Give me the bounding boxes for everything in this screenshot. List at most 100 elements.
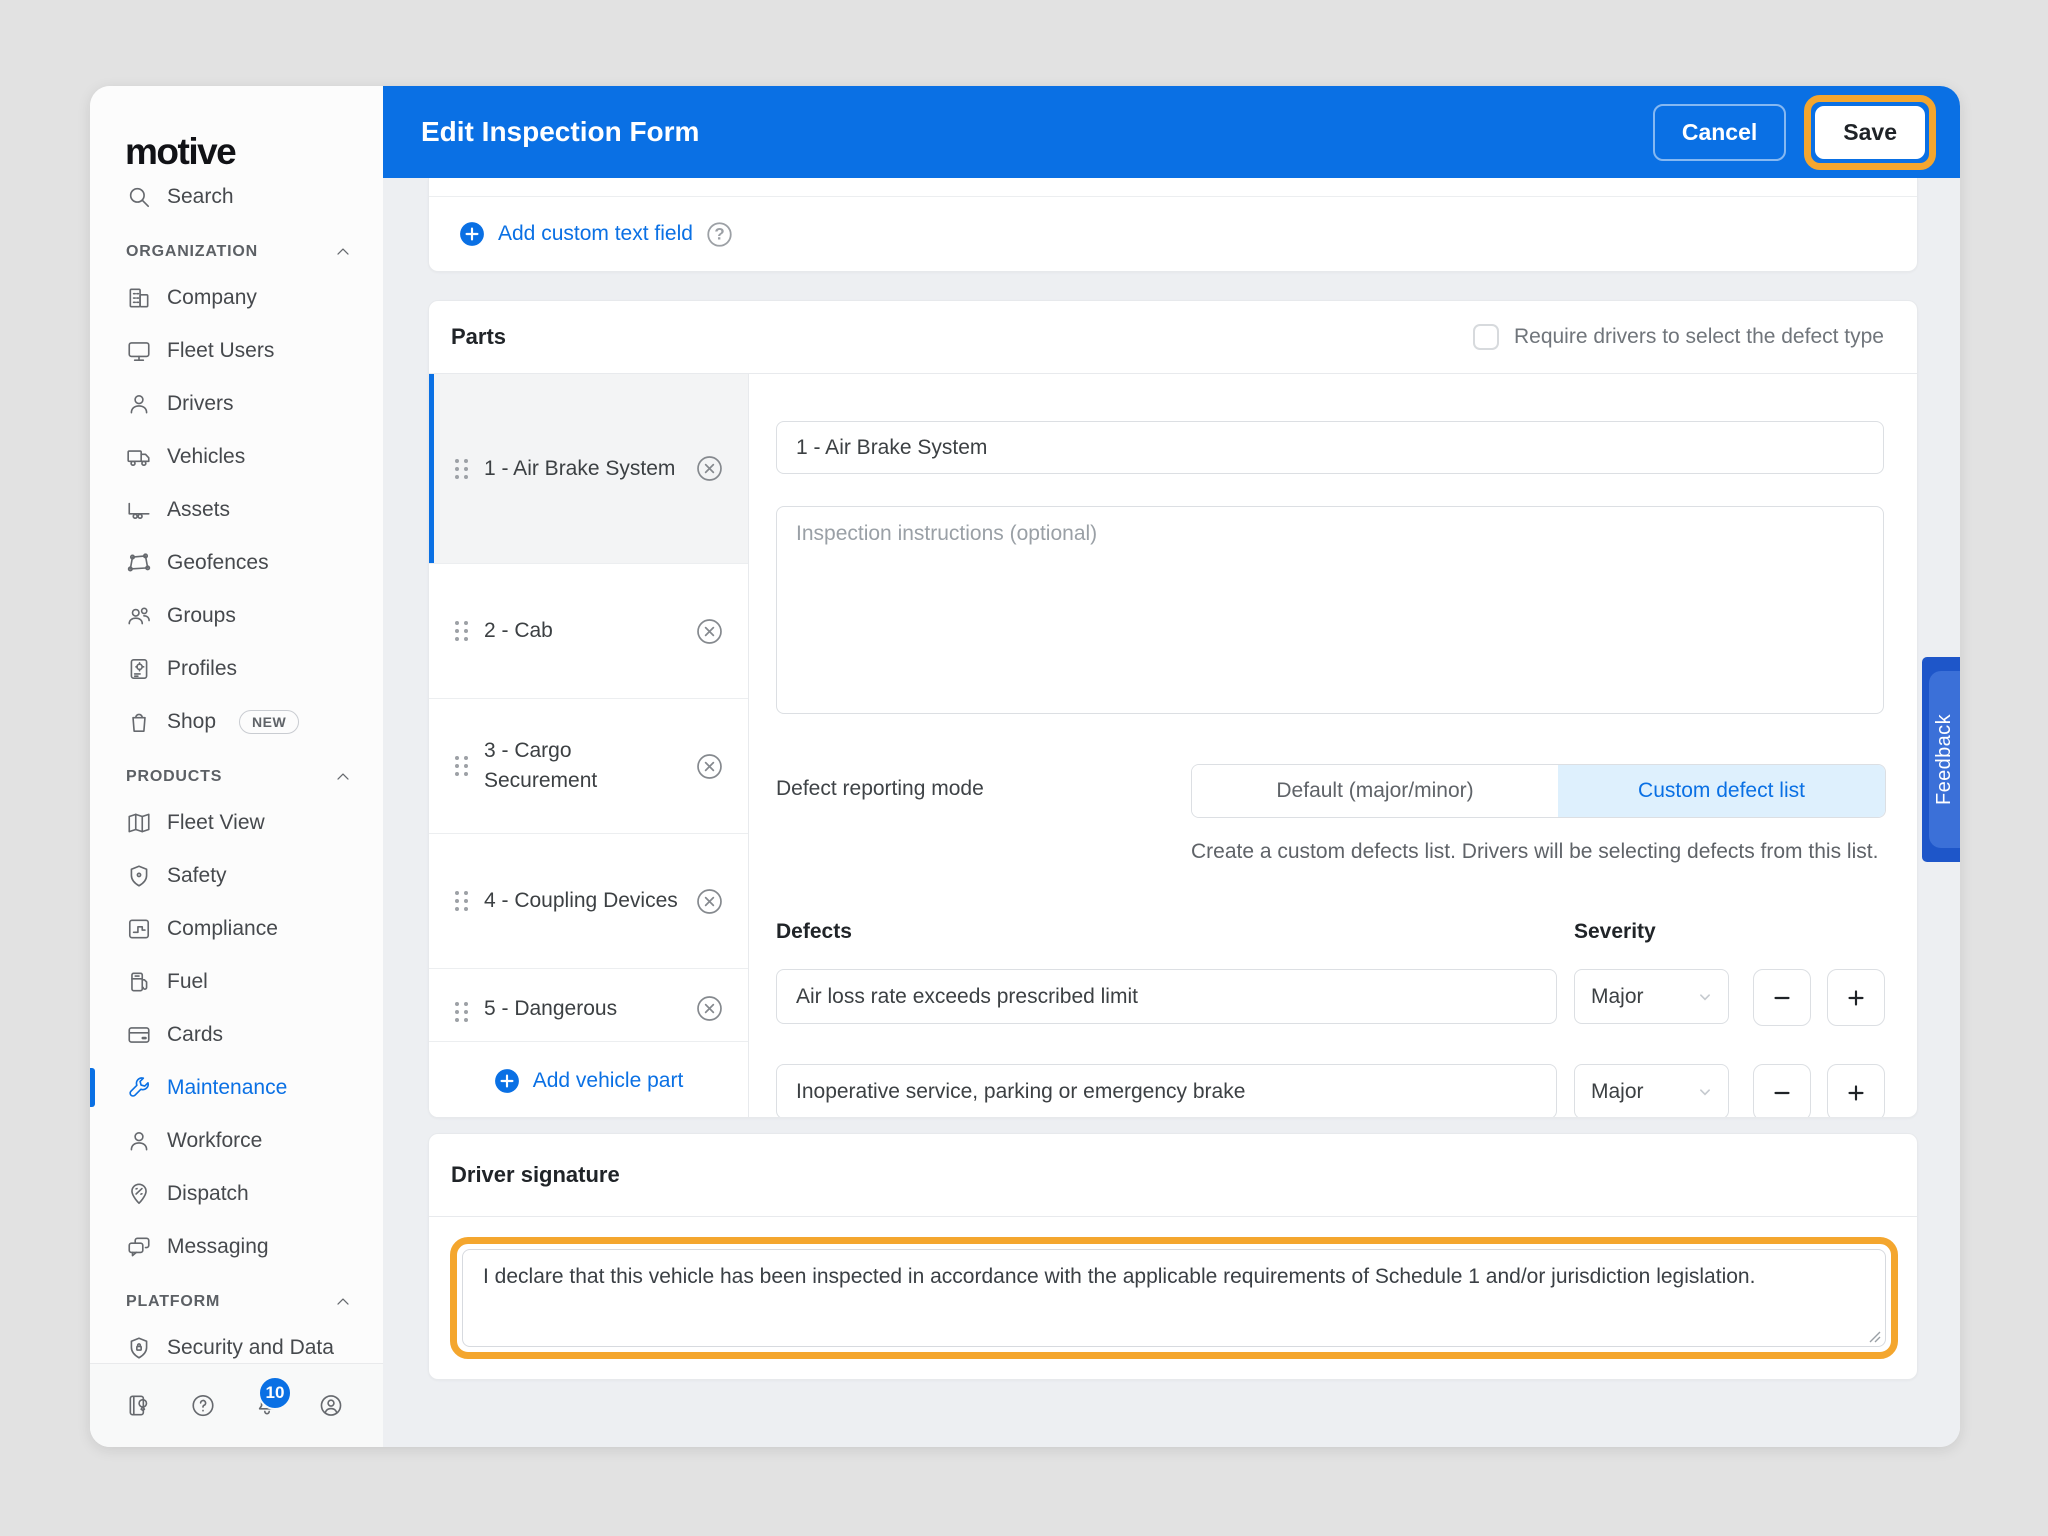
sidebar-item-assets[interactable]: Assets	[90, 483, 383, 536]
sidebar-item-geofences[interactable]: Geofences	[90, 536, 383, 589]
parts-card-header: Parts Require drivers to select the defe…	[429, 301, 1917, 374]
cancel-button[interactable]: Cancel	[1653, 104, 1786, 161]
motive-logo: motive	[125, 133, 235, 170]
drag-handle-icon[interactable]	[455, 1002, 468, 1022]
add-defect-button[interactable]	[1827, 969, 1885, 1026]
drag-handle-icon[interactable]	[455, 756, 468, 776]
defect-name-input[interactable]	[776, 969, 1557, 1024]
defect-name-input[interactable]	[776, 1064, 1557, 1118]
search-icon	[126, 184, 152, 210]
require-defect-type-label: Require drivers to select the defect typ…	[1514, 325, 1884, 349]
sidebar-item-workforce[interactable]: Workforce	[90, 1114, 383, 1167]
remove-part-icon[interactable]	[695, 887, 724, 916]
dispatch-pin-icon	[126, 1181, 152, 1207]
map-icon	[126, 810, 152, 836]
sidebar-item-safety[interactable]: Safety	[90, 849, 383, 902]
part-item-dangerous[interactable]: 5 - Dangerous	[429, 969, 748, 1039]
person-icon	[126, 391, 152, 417]
add-custom-text-field-link[interactable]: Add custom text field	[498, 222, 693, 246]
groups-icon	[126, 603, 152, 629]
chevron-up-icon	[333, 242, 353, 262]
driver-signature-header: Driver signature	[429, 1134, 1917, 1217]
sidebar-item-groups[interactable]: Groups	[90, 589, 383, 642]
mode-custom-defect-list-button[interactable]: Custom defect list	[1558, 765, 1885, 817]
drag-handle-icon[interactable]	[455, 891, 468, 911]
page-header: Edit Inspection Form Cancel Save	[383, 86, 1960, 178]
app-window: motive Search ORGANIZATION Company Fleet…	[90, 86, 1960, 1447]
sidebar-item-compliance[interactable]: Compliance	[90, 902, 383, 955]
sidebar-bottom-toolbar: 10	[90, 1363, 383, 1447]
severity-select[interactable]: Major	[1574, 969, 1729, 1024]
sidebar-item-search[interactable]: Search	[90, 170, 383, 223]
inspection-instructions-textarea[interactable]	[776, 506, 1884, 714]
sidebar-item-profiles[interactable]: Profiles	[90, 642, 383, 695]
clipped-row-divider	[429, 178, 1917, 197]
feedback-tab[interactable]: Feedback	[1922, 657, 1960, 862]
wrench-icon	[126, 1075, 152, 1101]
plus-circle-icon	[494, 1068, 520, 1094]
part-item-cargo-securement[interactable]: 3 - Cargo Securement	[429, 699, 748, 834]
remove-defect-button[interactable]	[1753, 1064, 1811, 1118]
chevron-up-icon	[333, 767, 353, 787]
sidebar-item-fleet-users[interactable]: Fleet Users	[90, 324, 383, 377]
sidebar-section-products[interactable]: PRODUCTS	[90, 748, 383, 796]
sidebar-item-drivers[interactable]: Drivers	[90, 377, 383, 430]
page-title: Edit Inspection Form	[421, 116, 699, 148]
severity-select[interactable]: Major	[1574, 1064, 1729, 1118]
remove-part-icon[interactable]	[695, 752, 724, 781]
part-item-air-brake-system[interactable]: 1 - Air Brake System	[429, 374, 748, 564]
sidebar-item-shop[interactable]: Shop NEW	[90, 695, 383, 748]
driver-signature-textarea[interactable]: I declare that this vehicle has been ins…	[462, 1249, 1886, 1347]
account-icon[interactable]	[318, 1392, 344, 1419]
drag-handle-icon[interactable]	[455, 621, 468, 641]
save-button[interactable]: Save	[1815, 106, 1925, 159]
remove-part-icon[interactable]	[695, 617, 724, 646]
sidebar-item-messaging[interactable]: Messaging	[90, 1220, 383, 1273]
part-item-coupling-devices[interactable]: 4 - Coupling Devices	[429, 834, 748, 969]
add-defect-button[interactable]	[1827, 1064, 1885, 1118]
save-highlight-ring: Save	[1804, 95, 1936, 170]
truck-icon	[126, 444, 152, 470]
mode-default-button[interactable]: Default (major/minor)	[1192, 765, 1558, 817]
part-detail-panel: Defect reporting mode Default (major/min…	[749, 374, 1917, 1118]
remove-part-icon[interactable]	[695, 454, 724, 483]
sidebar-item-company[interactable]: Company	[90, 271, 383, 324]
logbook-icon[interactable]	[126, 1392, 152, 1419]
defect-reporting-mode-label: Defect reporting mode	[776, 777, 984, 801]
chevron-down-icon	[1694, 1081, 1716, 1103]
header-actions: Cancel Save	[1653, 95, 1936, 170]
person-icon	[126, 1128, 152, 1154]
sidebar-item-vehicles[interactable]: Vehicles	[90, 430, 383, 483]
part-name-input[interactable]	[776, 421, 1884, 474]
help-icon[interactable]	[190, 1392, 216, 1419]
fuel-pump-icon	[126, 969, 152, 995]
help-circle-icon[interactable]: ?	[706, 221, 733, 248]
sidebar-section-organization[interactable]: ORGANIZATION	[90, 223, 383, 271]
trailer-icon	[126, 497, 152, 523]
add-vehicle-part-row[interactable]: Add vehicle part	[429, 1041, 748, 1118]
signature-highlight-ring: I declare that this vehicle has been ins…	[450, 1237, 1898, 1359]
part-item-cab[interactable]: 2 - Cab	[429, 564, 748, 699]
screen: motive Search ORGANIZATION Company Fleet…	[0, 0, 2048, 1536]
custom-fields-card: Add custom text field ?	[428, 178, 1918, 272]
shield-icon	[126, 863, 152, 889]
sidebar-item-fuel[interactable]: Fuel	[90, 955, 383, 1008]
defects-column-header: Defects	[776, 920, 852, 944]
defect-mode-segmented-control: Default (major/minor) Custom defect list	[1191, 764, 1886, 818]
sidebar-item-dispatch[interactable]: Dispatch	[90, 1167, 383, 1220]
add-custom-text-field-row: Add custom text field ?	[429, 197, 1917, 271]
sidebar-item-maintenance[interactable]: Maintenance	[90, 1061, 383, 1114]
require-defect-type-checkbox[interactable]	[1473, 324, 1499, 350]
driver-signature-card: Driver signature I declare that this veh…	[428, 1133, 1918, 1380]
notification-count-badge: 10	[258, 1376, 292, 1410]
brand-logo: motive	[90, 86, 383, 170]
sidebar-section-platform[interactable]: PLATFORM	[90, 1273, 383, 1321]
sidebar-item-cards[interactable]: Cards	[90, 1008, 383, 1061]
remove-part-icon[interactable]	[695, 994, 724, 1023]
sidebar-item-fleet-view[interactable]: Fleet View	[90, 796, 383, 849]
chat-bubbles-icon	[126, 1234, 152, 1260]
new-badge: NEW	[239, 710, 299, 734]
remove-defect-button[interactable]	[1753, 969, 1811, 1026]
drag-handle-icon[interactable]	[455, 459, 468, 479]
parts-list: 1 - Air Brake System 2 - Cab 3 - Cargo S…	[429, 374, 749, 1118]
